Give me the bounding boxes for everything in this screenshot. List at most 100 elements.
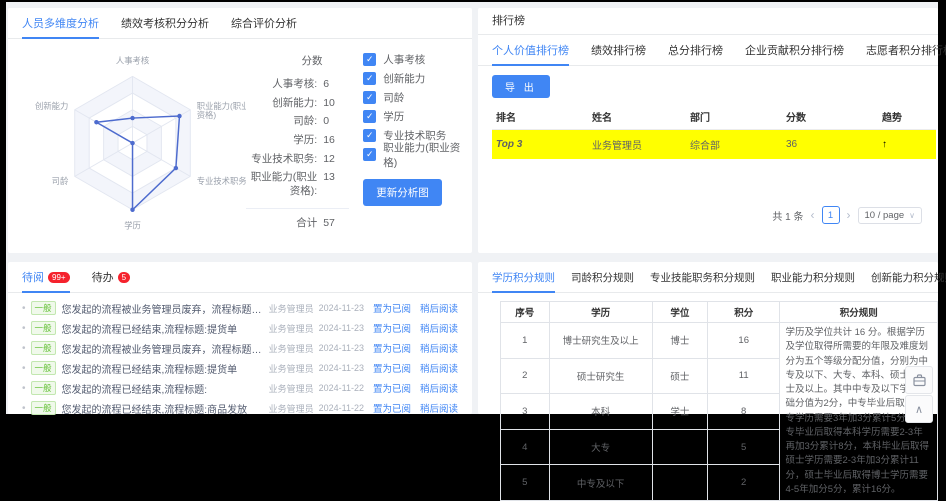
todo-message: 您发起的流程已经结束,流程标题:提货单 (62, 321, 263, 336)
ranking-panel: 排行榜 个人价值排行榜 绩效排行榜 总分排行榜 企业贡献积分排行榜 志愿者积分排… (478, 8, 938, 253)
back-to-top-button[interactable]: ∧ (905, 395, 933, 423)
ranking-tabs: 个人价值排行榜 绩效排行榜 总分排行榜 企业贡献积分排行榜 志愿者积分排行榜 (478, 35, 938, 66)
tab-to-do[interactable]: 待办5 (92, 262, 130, 292)
score-row: 司龄:0 (246, 115, 350, 129)
bullet-icon: • (22, 403, 26, 414)
todo-sender: 业务管理员 (269, 322, 314, 335)
checkbox-chuangxinnengli[interactable]: 创新能力 (363, 72, 466, 85)
read-later-link[interactable]: 稍后阅读 (420, 401, 458, 415)
tab-personal-value-ranking[interactable]: 个人价值排行榜 (492, 35, 569, 65)
pagination: 共 1 条 ‹ 1 › 10 / page∨ (772, 206, 922, 224)
tab-personnel-multidimension[interactable]: 人员多维度分析 (22, 8, 99, 38)
mark-read-link[interactable]: 置为已阅 (373, 361, 411, 375)
tab-performance-score-analysis[interactable]: 绩效考核积分分析 (121, 8, 209, 38)
bullet-icon: • (22, 363, 26, 374)
score-row: 创新能力:10 (246, 97, 350, 111)
mark-read-link[interactable]: 置为已阅 (373, 341, 411, 355)
rules-table-header: 序号 学历 学位 积分 积分规则 (501, 302, 938, 323)
radar-chart: 人事考核职业能力(职业资格)专业技术职务学历司龄创新能力 (14, 39, 246, 249)
pagination-total: 共 1 条 (772, 208, 803, 223)
checkbox-siling[interactable]: 司龄 (363, 91, 466, 104)
list-item[interactable]: • 一般 您发起的流程已经结束,流程标题:提货单 业务管理员 2024-11-2… (22, 358, 458, 378)
priority-tag: 一般 (31, 381, 56, 395)
chevron-down-icon: ∨ (909, 211, 915, 220)
list-item[interactable]: • 一般 您发起的流程被业务管理员废弃，流程标题:提货单，废弃说明: 业务管理员… (22, 298, 458, 318)
list-item[interactable]: • 一般 您发起的流程被业务管理员废弃，流程标题:提货单，废弃说明: 业务管理员… (22, 338, 458, 358)
score-row: 专业技术职务:12 (246, 153, 350, 167)
todo-list: • 一般 您发起的流程被业务管理员废弃，流程标题:提货单，废弃说明: 业务管理员… (8, 293, 472, 418)
rules-panel: 学历积分规则 司龄积分规则 专业技能职务积分规则 职业能力积分规则 创新能力积分… (478, 262, 938, 414)
svg-text:人事考核: 人事考核 (116, 55, 150, 65)
score-row: 人事考核:6 (246, 78, 350, 92)
tab-to-read[interactable]: 待阅99+ (22, 262, 70, 292)
tab-comprehensive-evaluation[interactable]: 综合评价分析 (231, 8, 297, 38)
tab-professional-skill-rules[interactable]: 专业技能职务积分规则 (650, 262, 755, 292)
score-summary: 分数 人事考核:6 创新能力:10 司龄:0 学历:16 专业技术职务:12 职… (246, 53, 350, 249)
checkbox-checked-icon (363, 129, 376, 142)
checkbox-checked-icon (363, 53, 376, 66)
tab-innovation-rules[interactable]: 创新能力积分规则 (871, 262, 946, 292)
bullet-icon: • (22, 323, 26, 334)
priority-tag: 一般 (31, 401, 56, 415)
checkbox-xueli[interactable]: 学历 (363, 110, 466, 123)
read-later-link[interactable]: 稍后阅读 (420, 381, 458, 395)
tab-enterprise-contribution-ranking[interactable]: 企业贡献积分排行榜 (745, 35, 844, 65)
read-later-link[interactable]: 稍后阅读 (420, 361, 458, 375)
next-page-icon[interactable]: › (847, 208, 851, 222)
rules-tabs: 学历积分规则 司龄积分规则 专业技能职务积分规则 职业能力积分规则 创新能力积分… (478, 262, 938, 293)
bullet-icon: • (22, 383, 26, 394)
trend-up-icon: ↑ (882, 139, 887, 150)
customer-service-button[interactable] (905, 366, 933, 394)
tab-seniority-rules[interactable]: 司龄积分规则 (571, 262, 634, 292)
priority-tag: 一般 (31, 341, 56, 355)
priority-tag: 一般 (31, 301, 56, 315)
checkbox-zhiyenengli[interactable]: 职业能力(职业资格) (363, 148, 466, 161)
score-total-row: 合计57 (246, 208, 350, 231)
tab-volunteer-score-ranking[interactable]: 志愿者积分排行榜 (866, 35, 946, 65)
ranking-table-row[interactable]: Top 3 业务管理员 综合部 36 ↑ (492, 130, 936, 160)
todo-message: 您发起的流程已经结束,流程标题:商品发放 (62, 401, 263, 416)
todo-date: 2024-11-22 (319, 383, 364, 393)
to-read-badge: 99+ (48, 272, 70, 283)
tab-performance-ranking[interactable]: 绩效排行榜 (591, 35, 646, 65)
chevron-up-icon: ∧ (915, 403, 923, 416)
svg-text:职业能力(职业资格): 职业能力(职业资格) (197, 101, 246, 120)
workspace: 人员多维度分析 绩效考核积分分析 综合评价分析 人事考核职业能力(职业资格) 专业… (6, 2, 938, 414)
todo-date: 2024-11-23 (319, 303, 364, 313)
list-item[interactable]: • 一般 您发起的流程已经结束,流程标题:商品发放 业务管理员 2024-11-… (22, 398, 458, 418)
todo-date: 2024-11-23 (319, 323, 364, 333)
mark-read-link[interactable]: 置为已阅 (373, 401, 411, 415)
page-number[interactable]: 1 (822, 206, 840, 224)
export-button[interactable]: 导 出 (492, 75, 550, 98)
todo-message: 您发起的流程已经结束,流程标题: (62, 381, 263, 396)
checkbox-checked-icon (363, 91, 376, 104)
tab-total-score-ranking[interactable]: 总分排行榜 (668, 35, 723, 65)
analysis-panel: 人员多维度分析 绩效考核积分分析 综合评价分析 人事考核职业能力(职业资格) 专业… (8, 8, 472, 253)
tab-vocational-ability-rules[interactable]: 职业能力积分规则 (771, 262, 855, 292)
todo-sender: 业务管理员 (269, 342, 314, 355)
table-row: 1 博士研究生及以上 博士 16 学历及学位共计 16 分。根据学历及学位取得所… (501, 323, 938, 359)
rank-dept: 综合部 (686, 130, 782, 160)
checkbox-renshikaohe[interactable]: 人事考核 (363, 53, 466, 66)
checkbox-checked-icon (363, 148, 376, 161)
todo-message: 您发起的流程被业务管理员废弃，流程标题:提货单，废弃说明: (62, 341, 263, 356)
list-item[interactable]: • 一般 您发起的流程已经结束,流程标题:提货单 业务管理员 2024-11-2… (22, 318, 458, 338)
todo-panel: 待阅99+ 待办5 • 一般 您发起的流程被业务管理员废弃，流程标题:提货单，废… (8, 262, 472, 414)
mark-read-link[interactable]: 置为已阅 (373, 321, 411, 335)
mark-read-link[interactable]: 置为已阅 (373, 381, 411, 395)
score-row: 职业能力(职业资格):13 (246, 171, 350, 198)
priority-tag: 一般 (31, 361, 56, 375)
todo-message: 您发起的流程已经结束,流程标题:提货单 (62, 361, 263, 376)
tab-education-rules[interactable]: 学历积分规则 (492, 262, 555, 292)
todo-date: 2024-11-22 (319, 403, 364, 413)
update-chart-button[interactable]: 更新分析图 (363, 179, 442, 206)
prev-page-icon[interactable]: ‹ (811, 208, 815, 222)
page-size-select[interactable]: 10 / page∨ (858, 207, 922, 224)
list-item[interactable]: • 一般 您发起的流程已经结束,流程标题: 业务管理员 2024-11-22 置… (22, 378, 458, 398)
read-later-link[interactable]: 稍后阅读 (420, 301, 458, 315)
education-rules-table: 序号 学历 学位 积分 积分规则 1 博士研究生及以上 博士 16 学历及学位共… (500, 301, 938, 501)
mark-read-link[interactable]: 置为已阅 (373, 301, 411, 315)
read-later-link[interactable]: 稍后阅读 (420, 341, 458, 355)
read-later-link[interactable]: 稍后阅读 (420, 321, 458, 335)
todo-tabs: 待阅99+ 待办5 (8, 262, 472, 293)
